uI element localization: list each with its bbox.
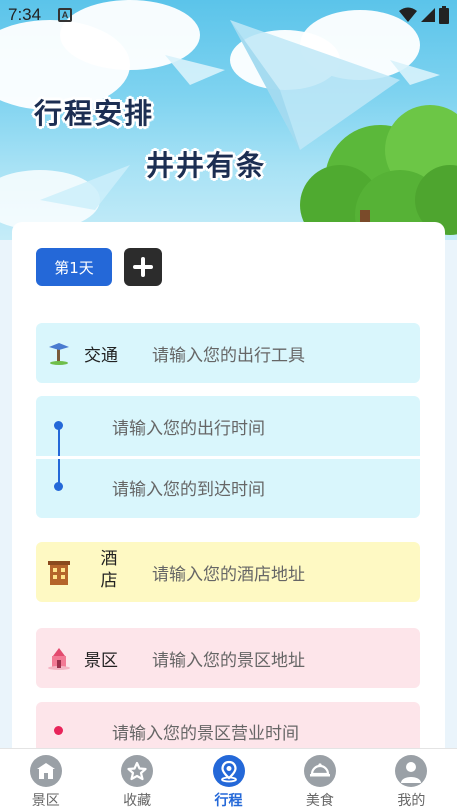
wifi-icon — [399, 7, 417, 22]
notification-badge-icon: A — [58, 8, 72, 22]
hotel-icon — [46, 559, 72, 585]
itinerary-nav-icon — [212, 755, 245, 787]
nav-item-itinerary[interactable]: 行程 — [183, 749, 274, 812]
row-connector — [332, 688, 340, 702]
banner-title-line1: 行程安排 — [34, 97, 155, 130]
nav-label: 行程 — [214, 793, 243, 809]
status-time: 7:34 — [8, 5, 42, 24]
depart-time-input[interactable]: 请输入您的出行时间 — [112, 414, 265, 439]
row-divider — [36, 456, 420, 459]
timeline-end-dot — [54, 482, 63, 491]
hotel-label: 酒店 — [100, 549, 118, 591]
banner-title-line2: 井井有条 — [146, 149, 267, 182]
food-nav-icon — [303, 755, 336, 787]
transport-tool-input[interactable]: 请输入您的出行工具 — [152, 341, 305, 366]
row-connector — [118, 688, 126, 702]
nav-item-favorite[interactable]: 收藏 — [91, 749, 182, 812]
transport-label: 交通 — [84, 345, 118, 366]
signal-icon — [421, 8, 435, 22]
battery-icon — [439, 6, 449, 24]
scenic-label: 景区 — [84, 650, 118, 671]
header-banner: 行程安排 井井有条 — [0, 0, 457, 240]
nav-item-profile[interactable]: 我的 — [366, 749, 457, 812]
scenic-nav-icon — [29, 755, 62, 787]
scenic-address-input[interactable]: 请输入您的景区地址 — [152, 646, 305, 671]
nav-item-scenic[interactable]: 景区 — [0, 749, 91, 812]
scenic-hours-dot — [54, 726, 63, 735]
transport-icon — [46, 340, 72, 366]
favorite-nav-icon — [121, 755, 154, 787]
scenic-hours-input[interactable]: 请输入您的景区营业时间 — [112, 719, 299, 744]
bottom-nav: 景区 收藏 行程 美食 我的 — [0, 748, 457, 812]
scenic-icon — [46, 645, 72, 671]
hotel-address-input[interactable]: 请输入您的酒店地址 — [152, 560, 305, 585]
day-tab-1[interactable]: 第1天 — [36, 248, 112, 286]
add-day-button[interactable] — [124, 248, 162, 286]
nav-label: 景区 — [31, 793, 60, 809]
nav-label: 收藏 — [123, 793, 152, 809]
nav-item-food[interactable]: 美食 — [274, 749, 365, 812]
profile-nav-icon — [395, 755, 428, 787]
row-connector — [118, 383, 126, 397]
transport-row: 交通 请输入您的出行工具 — [36, 323, 420, 383]
nav-label: 美食 — [305, 793, 334, 809]
arrive-time-input[interactable]: 请输入您的到达时间 — [112, 475, 265, 500]
hotel-row: 酒店 请输入您的酒店地址 — [36, 542, 420, 602]
row-connector — [332, 383, 340, 397]
status-bar: 7:34 A — [0, 0, 457, 30]
scenic-row: 景区 请输入您的景区地址 — [36, 628, 420, 688]
nav-label: 我的 — [397, 793, 426, 809]
itinerary-card: 第1天 交通 请输入您的出行工具 请输入您的出行时间 请输入您的到达时间 酒店 … — [12, 222, 445, 782]
